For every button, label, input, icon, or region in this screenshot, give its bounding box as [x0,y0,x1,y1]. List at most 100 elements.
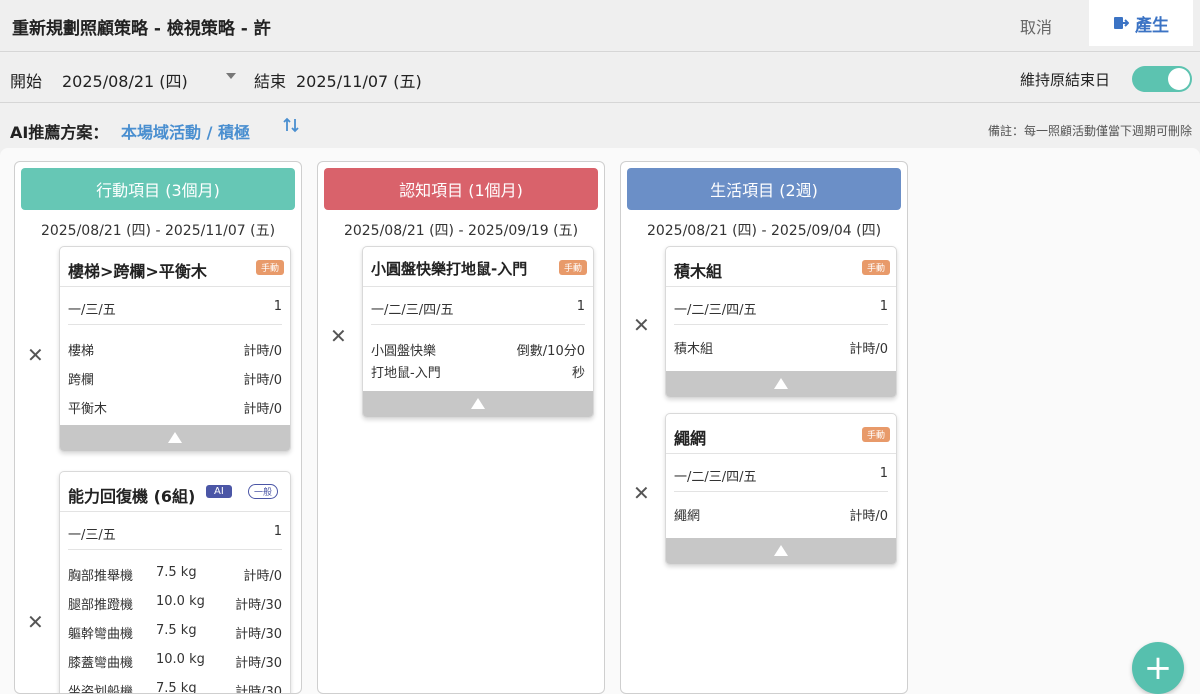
generate-button[interactable]: 產生 [1089,0,1193,46]
card-title-bar: 小圓盤快樂打地鼠-入門 手動 [363,247,593,287]
keep-end-date-toggle[interactable] [1132,66,1192,92]
remove-card-button[interactable]: ✕ [330,326,347,346]
card-title: 能力回復機 (6組) [68,487,196,506]
remove-card-button[interactable]: ✕ [27,612,44,632]
item-mode: 計時/0 [243,344,282,359]
card-schedule: 一/三/五 1 [68,287,282,325]
card-title-bar: 繩網 手動 [666,414,896,454]
card-title: 小圓盤快樂打地鼠-入門 [371,260,528,278]
schedule-days: 一/三/五 [68,303,116,318]
card-schedule: 一/三/五 1 [68,512,282,550]
ai-plan-label: AI推薦方案： [10,123,109,142]
triangle-up-icon [774,545,788,556]
start-date-select[interactable]: 2025/08/21 (四) [62,68,188,92]
list-item: 樓梯 計時/0 [68,333,282,362]
item-name: 平衡木 [68,402,108,417]
cognitive-date-range: 2025/08/21 (四) - 2025/09/19 (五) [343,223,579,239]
ai-badge: AI [206,485,232,498]
list-item: 小圓盤快樂 倒數/10分0 [371,333,585,359]
item-mode: 計時/30 [235,627,282,642]
item-name: 坐姿划船機 [68,685,134,694]
ai-plan-value[interactable]: 本場域活動 / 積極 [121,119,250,143]
manual-badge: 手動 [861,427,890,442]
list-item: 平衡木 計時/0 [68,391,282,420]
item-name: 繩網 [674,509,701,524]
list-item: 膝蓋彎曲機 10.0 kg 計時/30 [68,645,282,674]
mobility-column-header: 行動項目 (3個月) [21,168,295,210]
manual-badge: 手動 [558,260,587,275]
normal-badge: 一般 [248,484,279,499]
list-item: 軀幹彎曲機 7.5 kg 計時/30 [68,616,282,645]
schedule-count: 1 [273,524,282,539]
start-label: 開始 [10,72,43,91]
collapse-card-button[interactable] [363,391,593,417]
activity-card: 繩網 手動 一/二/三/四/五 1 繩網 計時/0 [665,413,897,565]
cognitive-column-header: 認知項目 (1個月) [324,168,598,210]
activity-card: 小圓盤快樂打地鼠-入門 手動 一/二/三/四/五 1 小圓盤快樂 倒數/10分0… [362,246,594,418]
cancel-button[interactable]: 取消 [1020,14,1052,38]
remove-card-button[interactable]: ✕ [633,315,650,335]
add-button[interactable]: + [1132,642,1184,694]
activity-card: 樓梯>跨欄>平衡木 手動 一/三/五 1 樓梯 計時/0 跨欄 計時/0 平衡木… [59,246,291,452]
item-weight: 7.5 kg [156,681,197,694]
list-item: 打地鼠-入門 秒 [371,355,585,381]
item-name: 胸部推舉機 [68,569,134,584]
schedule-days: 一/二/三/四/五 [674,303,757,318]
item-weight: 7.5 kg [156,623,197,638]
card-title: 積木組 [674,262,723,281]
item-name: 膝蓋彎曲機 [68,656,134,671]
mobility-column: 行動項目 (3個月) 2025/08/21 (四) - 2025/11/07 (… [14,161,302,694]
export-icon [1114,17,1129,29]
date-range-row: 開始 2025/08/21 (四) 結束 2025/11/07 (五) 維持原結… [0,53,1200,103]
card-title-bar: 積木組 手動 [666,247,896,287]
chevron-down-icon[interactable] [226,73,236,79]
item-mode: 秒 [571,366,585,381]
end-date-value: 2025/11/07 (五) [296,72,422,91]
list-item: 繩網 計時/0 [674,498,888,527]
item-mode: 計時/0 [243,402,282,417]
list-item: 跨欄 計時/0 [68,362,282,391]
item-mode: 計時/30 [235,685,282,694]
life-column-header: 生活項目 (2週) [627,168,901,210]
schedule-days: 一/三/五 [68,528,116,543]
item-mode: 計時/0 [243,373,282,388]
item-name: 打地鼠-入門 [371,366,441,381]
card-title-bar: 能力回復機 (6組) AI 一般 [60,472,290,512]
item-weight: 10.0 kg [156,652,205,667]
item-name: 樓梯 [68,344,95,359]
item-name: 積木組 [674,342,714,357]
item-name: 跨欄 [68,373,95,388]
card-schedule: 一/二/三/四/五 1 [371,287,585,325]
remove-card-button[interactable]: ✕ [633,483,650,503]
keep-end-date-label: 維持原結束日 [1020,71,1111,89]
manual-badge: 手動 [255,260,284,275]
life-date-range: 2025/08/21 (四) - 2025/09/04 (四) [646,223,882,239]
delete-note: 備註：每一照顧活動僅當下週期可刪除 [987,124,1192,138]
swap-sort-icon[interactable] [282,116,300,134]
triangle-up-icon [774,378,788,389]
collapse-card-button[interactable] [666,538,896,564]
schedule-count: 1 [879,299,888,314]
card-title: 繩網 [674,429,707,448]
card-schedule: 一/二/三/四/五 1 [674,287,888,325]
remove-card-button[interactable]: ✕ [27,345,44,365]
collapse-card-button[interactable] [666,371,896,397]
manual-badge: 手動 [861,260,890,275]
item-name: 軀幹彎曲機 [68,627,134,642]
card-title-bar: 樓梯>跨欄>平衡木 手動 [60,247,290,287]
activity-card: 積木組 手動 一/二/三/四/五 1 積木組 計時/0 [665,246,897,398]
activity-card: 能力回復機 (6組) AI 一般 一/三/五 1 胸部推舉機 7.5 kg 計時… [59,471,291,694]
generate-label: 產生 [1135,15,1169,36]
schedule-days: 一/二/三/四/五 [674,470,757,485]
item-weight: 7.5 kg [156,565,197,580]
collapse-card-button[interactable] [60,425,290,451]
item-mode: 計時/30 [235,656,282,671]
schedule-days: 一/二/三/四/五 [371,303,454,318]
top-bar: 重新規劃照顧策略 - 檢視策略 - 許 取消 產生 [0,0,1200,52]
list-item: 坐姿划船機 7.5 kg 計時/30 [68,674,282,694]
triangle-up-icon [168,432,182,443]
triangle-up-icon [471,398,485,409]
mobility-date-range: 2025/08/21 (四) - 2025/11/07 (五) [40,223,276,239]
item-mode: 計時/0 [243,569,282,584]
list-item: 胸部推舉機 7.5 kg 計時/0 [68,558,282,587]
